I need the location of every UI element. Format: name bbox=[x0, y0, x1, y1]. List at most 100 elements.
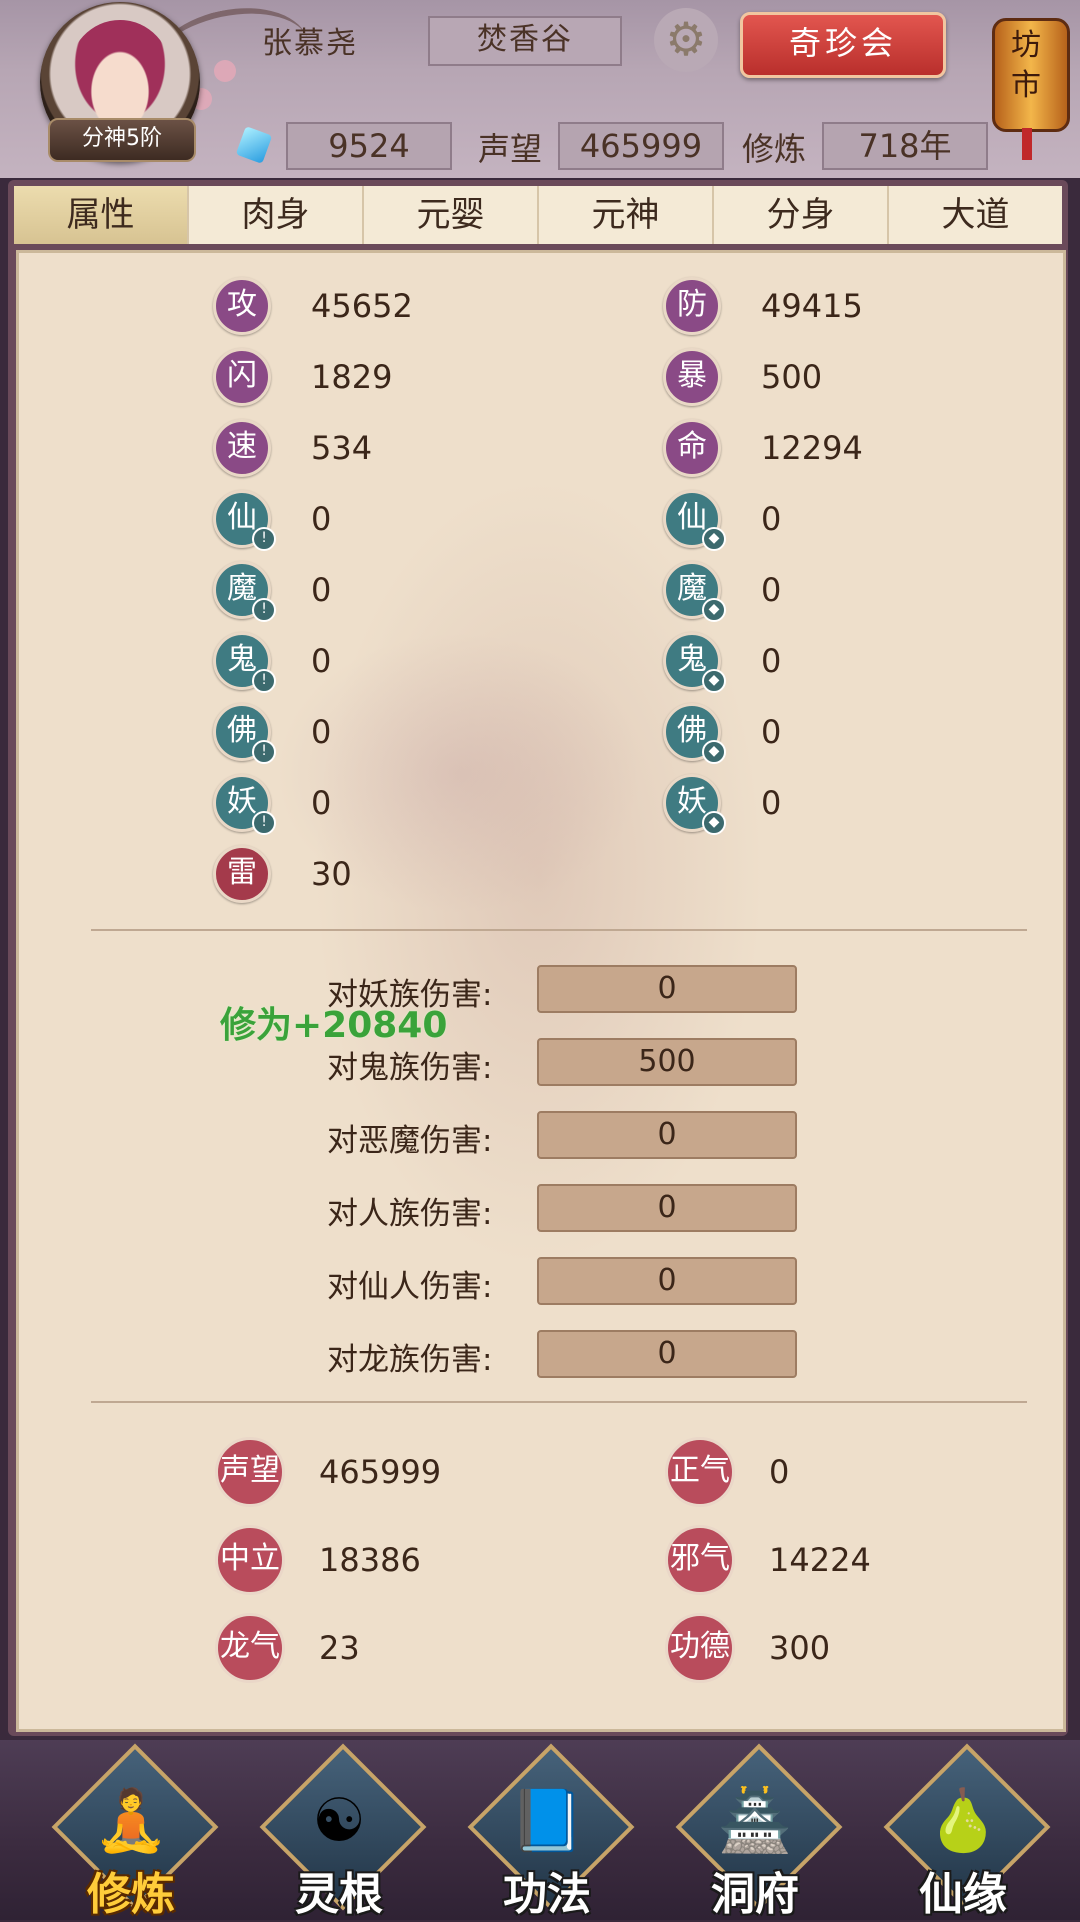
damage-value: 500 bbox=[537, 1038, 797, 1086]
merit-badge: 功德 bbox=[665, 1613, 735, 1683]
ghost-defense-icon: 鬼 ◆ bbox=[663, 632, 726, 693]
dragon-qi-value: 23 bbox=[319, 1629, 360, 1667]
sect-name: 焚香谷 bbox=[428, 16, 622, 66]
damage-label: 对龙族伤害: bbox=[327, 1342, 493, 1378]
yao-defense-value: 0 bbox=[761, 784, 782, 822]
righteous-value: 0 bbox=[769, 1453, 790, 1491]
demon-attack-icon: 魔! bbox=[213, 561, 276, 622]
immortal-defense-value: 0 bbox=[761, 500, 782, 538]
neutral-value: 18386 bbox=[319, 1541, 421, 1579]
dodge-icon: 闪 bbox=[213, 348, 271, 406]
gear-icon[interactable]: ⚙ bbox=[654, 8, 718, 72]
immortal-attack-value: 0 bbox=[311, 500, 332, 538]
nav-label: 灵根 bbox=[295, 1869, 383, 1920]
crit-value: 500 bbox=[761, 358, 823, 396]
buddha-attack-icon: 佛! bbox=[213, 703, 276, 764]
section-divider bbox=[91, 929, 1027, 931]
immortal-attack-icon: 仙! bbox=[213, 490, 276, 551]
hp-icon: 命 bbox=[663, 419, 721, 477]
nav-immortal-fate[interactable]: 🍐 仙缘 bbox=[883, 1743, 1051, 1920]
reputation-badge: 声望 bbox=[215, 1437, 285, 1507]
dragon-qi-badge: 龙气 bbox=[215, 1613, 285, 1683]
evil-value: 14224 bbox=[769, 1541, 871, 1579]
damage-label: 对仙人伤害: bbox=[327, 1269, 493, 1305]
hp-value: 12294 bbox=[761, 429, 863, 467]
crit-icon: 暴 bbox=[663, 348, 721, 406]
damage-value: 0 bbox=[537, 965, 797, 1013]
nav-techniques[interactable]: 📘 功法 bbox=[467, 1743, 635, 1920]
player-name: 张慕尧 bbox=[262, 26, 358, 61]
tab-primordial-spirit[interactable]: 元神 bbox=[539, 186, 714, 244]
pagoda-icon: 🏯 bbox=[717, 1786, 793, 1856]
realm-badge: 分神5阶 bbox=[48, 118, 196, 162]
damage-value: 0 bbox=[537, 1184, 797, 1232]
merit-value: 300 bbox=[769, 1629, 831, 1667]
yao-defense-icon: 妖 ◆ bbox=[663, 774, 726, 835]
demon-defense-icon: 魔 ◆ bbox=[663, 561, 726, 622]
righteous-badge: 正气 bbox=[665, 1437, 735, 1507]
damage-value: 0 bbox=[537, 1111, 797, 1159]
section-divider bbox=[91, 1401, 1027, 1403]
yin-yang-sword-icon: ☯ bbox=[312, 1786, 366, 1856]
gourd-icon: 🍐 bbox=[925, 1786, 1001, 1856]
blossom-decoration bbox=[214, 60, 236, 82]
damage-value: 0 bbox=[537, 1330, 797, 1378]
thunder-value: 30 bbox=[311, 855, 352, 893]
tab-great-dao[interactable]: 大道 bbox=[889, 186, 1062, 244]
thunder-icon: 雷 bbox=[213, 845, 271, 903]
damage-label: 对恶魔伤害: bbox=[327, 1123, 493, 1159]
speed-icon: 速 bbox=[213, 419, 271, 477]
nav-label: 修炼 bbox=[87, 1869, 175, 1920]
lantern-label: 坊市 bbox=[1011, 28, 1041, 103]
nav-spirit-root[interactable]: ☯ 灵根 bbox=[259, 1743, 427, 1920]
ghost-attack-value: 0 bbox=[311, 642, 332, 680]
tab-body[interactable]: 肉身 bbox=[189, 186, 364, 244]
dodge-value: 1829 bbox=[311, 358, 393, 396]
defense-value: 49415 bbox=[761, 287, 863, 325]
cultivation-label: 修炼 bbox=[742, 130, 807, 168]
tab-bar: 属性 肉身 元婴 元神 分身 大道 bbox=[14, 186, 1062, 244]
tab-avatar[interactable]: 分身 bbox=[714, 186, 889, 244]
attributes-panel: 攻 45652 防 49415 闪 1829 暴 500 速 534 命 122… bbox=[16, 250, 1066, 1732]
cultivation-value: 718年 bbox=[822, 122, 988, 170]
damage-label: 对鬼族伤害: bbox=[327, 1050, 493, 1086]
buddha-defense-icon: 佛 ◆ bbox=[663, 703, 726, 764]
ghost-attack-icon: 鬼! bbox=[213, 632, 276, 693]
nav-label: 洞府 bbox=[711, 1869, 799, 1920]
tab-nascent-soul[interactable]: 元婴 bbox=[364, 186, 539, 244]
currency-value: 9524 bbox=[286, 122, 452, 170]
attack-value: 45652 bbox=[311, 287, 413, 325]
cultivation-gain-popup: 修为+20840 bbox=[220, 1005, 448, 1046]
spirit-stone-icon bbox=[235, 126, 273, 164]
demon-attack-value: 0 bbox=[311, 571, 332, 609]
lantern-tassel bbox=[1022, 128, 1032, 160]
attack-icon: 攻 bbox=[213, 277, 271, 335]
top-header: 分神5阶 张慕尧 焚香谷 ⚙ 奇珍会 坊市 9524 声望 465999 修炼 … bbox=[0, 0, 1080, 178]
reputation-value: 465999 bbox=[558, 122, 724, 170]
neutral-badge: 中立 bbox=[215, 1525, 285, 1595]
yao-attack-value: 0 bbox=[311, 784, 332, 822]
nav-label: 功法 bbox=[503, 1869, 591, 1920]
market-button[interactable]: 奇珍会 bbox=[740, 12, 946, 78]
defense-icon: 防 bbox=[663, 277, 721, 335]
tab-attributes[interactable]: 属性 bbox=[14, 186, 189, 244]
speed-value: 534 bbox=[311, 429, 373, 467]
nav-cultivate[interactable]: 🧘 修炼 bbox=[51, 1743, 219, 1920]
ghost-defense-value: 0 bbox=[761, 642, 782, 680]
evil-badge: 邪气 bbox=[665, 1525, 735, 1595]
reputation-stat-value: 465999 bbox=[319, 1453, 442, 1491]
yao-attack-icon: 妖! bbox=[213, 774, 276, 835]
nav-label: 仙缘 bbox=[919, 1869, 1007, 1920]
avatar-portrait bbox=[68, 20, 172, 130]
nav-cave-abode[interactable]: 🏯 洞府 bbox=[675, 1743, 843, 1920]
buddha-attack-value: 0 bbox=[311, 713, 332, 751]
buddha-defense-value: 0 bbox=[761, 713, 782, 751]
reputation-label: 声望 bbox=[478, 130, 543, 168]
demon-defense-value: 0 bbox=[761, 571, 782, 609]
scripture-book-icon: 📘 bbox=[509, 1786, 585, 1856]
meditating-monk-icon: 🧘 bbox=[93, 1786, 169, 1856]
immortal-defense-icon: 仙 ◆ bbox=[663, 490, 726, 551]
lantern-market-button[interactable]: 坊市 bbox=[990, 0, 1070, 160]
damage-label: 对人族伤害: bbox=[327, 1196, 493, 1232]
damage-value: 0 bbox=[537, 1257, 797, 1305]
